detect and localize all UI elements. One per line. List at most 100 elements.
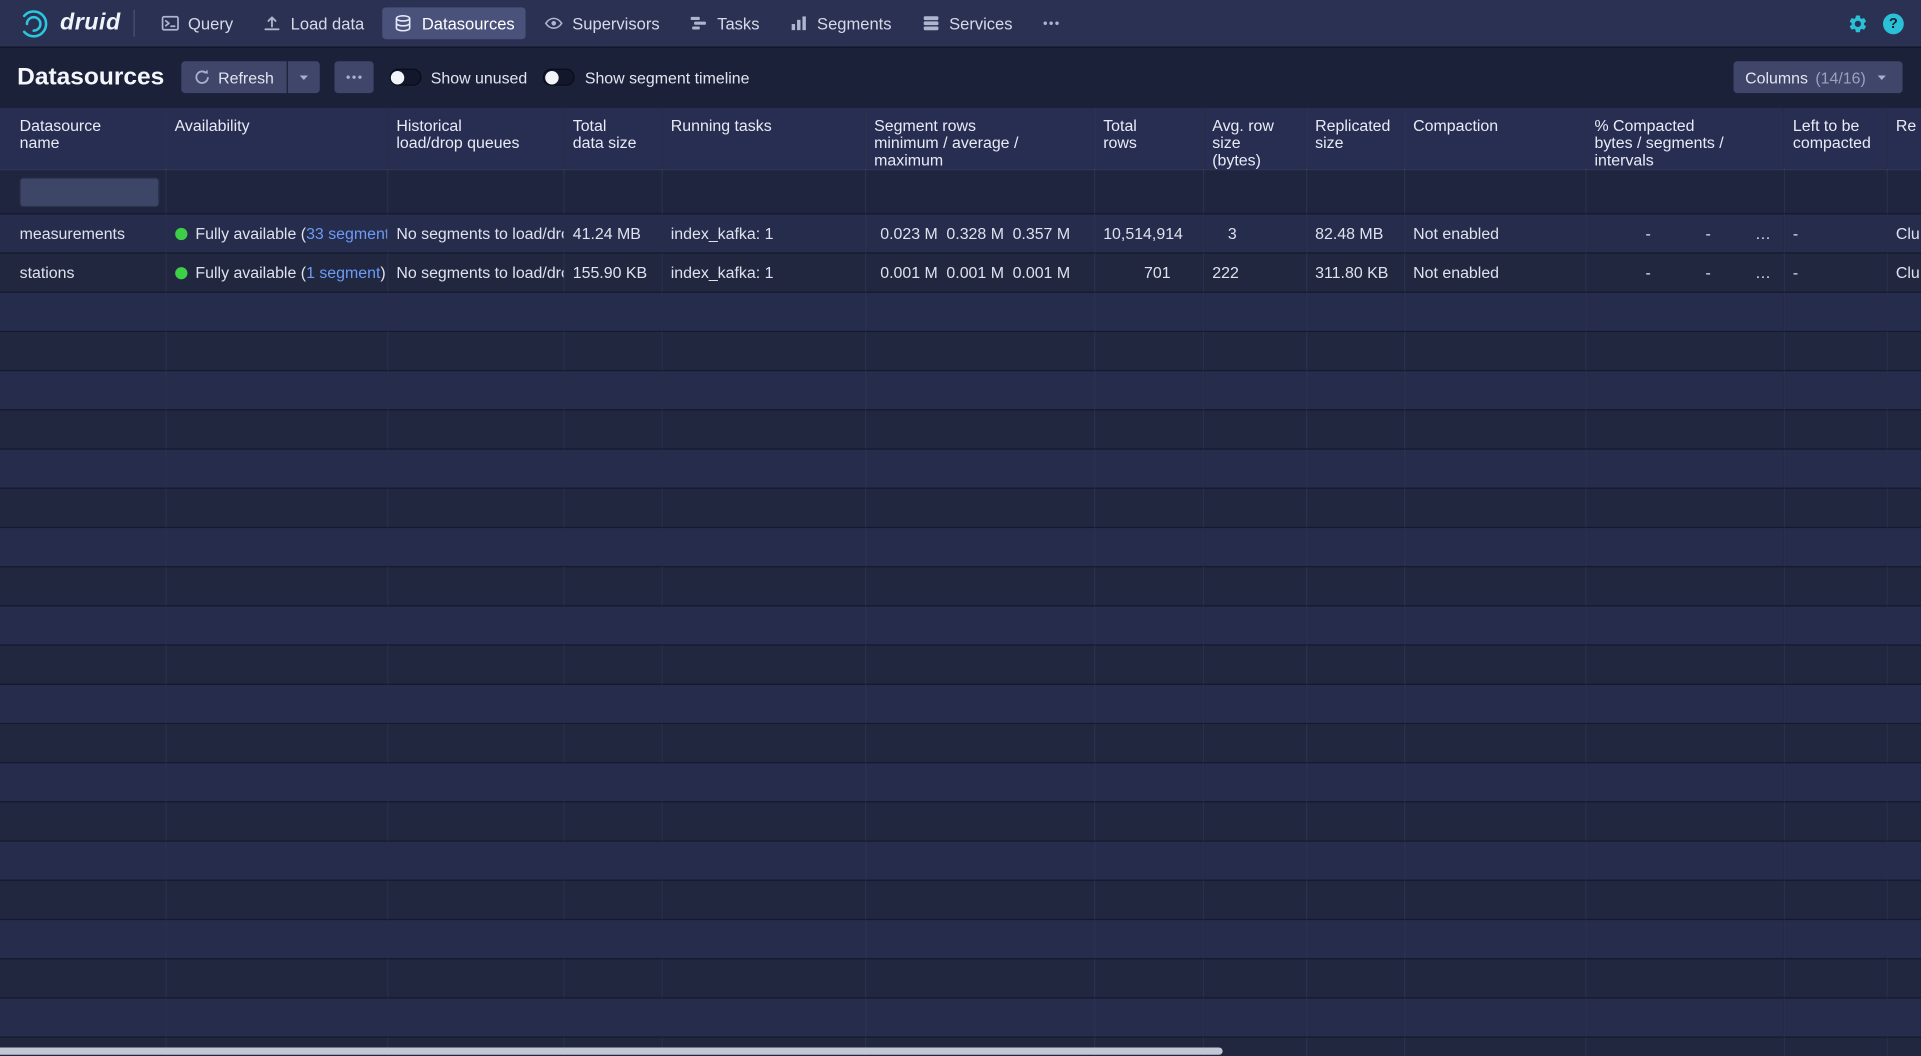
empty-cell xyxy=(1203,331,1306,370)
empty-cell xyxy=(1203,292,1306,331)
refresh-interval-dropdown-button[interactable] xyxy=(287,61,319,93)
column-header-pct_compacted[interactable]: % Compacted bytes / segments / intervals xyxy=(1585,108,1783,170)
column-header-size[interactable]: Total data size xyxy=(564,108,662,170)
empty-cell xyxy=(165,449,387,488)
empty-row xyxy=(0,998,1921,1037)
nav-item-load-data[interactable]: Load data xyxy=(251,7,375,39)
empty-cell xyxy=(1887,488,1921,527)
nav-item-tasks[interactable]: Tasks xyxy=(678,7,771,39)
empty-cell xyxy=(1306,763,1404,802)
availability-cell: Fully available (1 segment) xyxy=(175,263,378,281)
column-header-avg_row_size[interactable]: Avg. row size (bytes) xyxy=(1203,108,1306,170)
segments-link[interactable]: 1 segment xyxy=(306,263,380,281)
cell-pct_compacted: --… xyxy=(1585,253,1783,292)
datasource-name-filter-input[interactable] xyxy=(20,177,160,206)
query-icon xyxy=(160,13,180,33)
empty-cell xyxy=(387,606,563,645)
column-header-label: Compaction xyxy=(1413,116,1498,134)
empty-cell xyxy=(387,684,563,723)
empty-row xyxy=(0,880,1921,919)
filter-cell-availability xyxy=(165,170,387,214)
navbar-divider xyxy=(133,10,134,37)
column-header-label: Left to be compacted xyxy=(1793,116,1871,152)
empty-cell xyxy=(0,919,165,958)
datasources-icon xyxy=(394,13,414,33)
empty-cell xyxy=(1094,292,1203,331)
columns-picker-button[interactable]: Columns (14/16) xyxy=(1733,61,1903,93)
empty-cell xyxy=(1585,527,1783,566)
column-header-replicated[interactable]: Replicated size xyxy=(1306,108,1404,170)
empty-cell xyxy=(1784,449,1887,488)
toggle-controls: Show unused Show segment timeline xyxy=(373,68,749,86)
toggle-show-segment-timeline[interactable]: Show segment timeline xyxy=(543,68,749,86)
empty-cell xyxy=(865,802,1094,841)
empty-cell xyxy=(662,331,865,370)
nav-item-more[interactable] xyxy=(1031,7,1073,39)
tasks-icon xyxy=(689,13,709,33)
filter-row xyxy=(0,170,1921,214)
toggle-show-unused[interactable]: Show unused xyxy=(389,68,527,86)
toggle-switch[interactable] xyxy=(543,69,575,86)
empty-cell xyxy=(1306,645,1404,684)
empty-cell xyxy=(1306,998,1404,1037)
empty-cell xyxy=(1784,802,1887,841)
empty-cell xyxy=(1585,331,1783,370)
toggle-switch[interactable] xyxy=(389,69,421,86)
triple-value: 0.328 M xyxy=(940,224,1004,242)
empty-cell xyxy=(564,292,662,331)
triple-value: - xyxy=(1594,263,1650,281)
empty-cell xyxy=(165,410,387,449)
settings-gear-icon[interactable] xyxy=(1847,13,1868,34)
empty-cell xyxy=(1887,919,1921,958)
empty-cell xyxy=(1404,567,1585,606)
more-options-button[interactable] xyxy=(334,61,373,93)
nav-item-label: Query xyxy=(188,14,233,32)
refresh-button[interactable]: Refresh xyxy=(181,61,286,93)
more-icon xyxy=(1042,13,1062,33)
empty-cell xyxy=(1094,802,1203,841)
column-header-segment_rows[interactable]: Segment rows minimum / average / maximum xyxy=(865,108,1094,170)
table-row[interactable]: measurementsFully available (33 segments… xyxy=(0,214,1921,253)
help-icon[interactable]: ? xyxy=(1883,13,1904,34)
empty-cell xyxy=(1784,763,1887,802)
horizontal-scrollbar-thumb[interactable] xyxy=(0,1047,1223,1054)
empty-cell xyxy=(564,410,662,449)
empty-cell xyxy=(165,331,387,370)
empty-cell xyxy=(564,998,662,1037)
column-header-compaction[interactable]: Compaction xyxy=(1404,108,1585,170)
empty-cell xyxy=(165,880,387,919)
empty-cell xyxy=(1094,723,1203,762)
empty-cell xyxy=(165,645,387,684)
empty-cell xyxy=(1306,919,1404,958)
column-header-retention[interactable]: Re xyxy=(1887,108,1921,170)
filter-cell-avg_row_size xyxy=(1203,170,1306,214)
empty-cell xyxy=(387,841,563,880)
empty-cell xyxy=(1404,292,1585,331)
segments-link[interactable]: 33 segments xyxy=(306,224,387,242)
nav-item-services[interactable]: Services xyxy=(910,7,1024,39)
empty-cell xyxy=(1784,527,1887,566)
column-header-left_compact[interactable]: Left to be compacted xyxy=(1784,108,1887,170)
nav-item-query[interactable]: Query xyxy=(149,7,244,39)
empty-cell xyxy=(1094,684,1203,723)
empty-cell xyxy=(662,371,865,410)
empty-cell xyxy=(662,919,865,958)
column-header-tasks[interactable]: Running tasks xyxy=(662,108,865,170)
services-icon xyxy=(921,13,941,33)
filter-cell-total_rows xyxy=(1094,170,1203,214)
column-header-name[interactable]: Datasource name xyxy=(0,108,165,170)
filter-cell-queues xyxy=(387,170,563,214)
empty-cell xyxy=(662,527,865,566)
empty-cell xyxy=(1585,449,1783,488)
column-header-availability[interactable]: Availability xyxy=(165,108,387,170)
druid-brand[interactable]: druid xyxy=(17,7,121,40)
empty-cell xyxy=(165,684,387,723)
table-row[interactable]: stationsFully available (1 segment)No se… xyxy=(0,253,1921,292)
column-header-label: Re xyxy=(1896,116,1916,134)
nav-item-segments[interactable]: Segments xyxy=(778,7,903,39)
column-header-total_rows[interactable]: Total rows xyxy=(1094,108,1203,170)
column-header-queues[interactable]: Historical load/drop queues xyxy=(387,108,563,170)
nav-item-datasources[interactable]: Datasources xyxy=(383,7,526,39)
nav-item-supervisors[interactable]: Supervisors xyxy=(533,7,671,39)
column-header-label: Replicated size xyxy=(1315,116,1390,152)
